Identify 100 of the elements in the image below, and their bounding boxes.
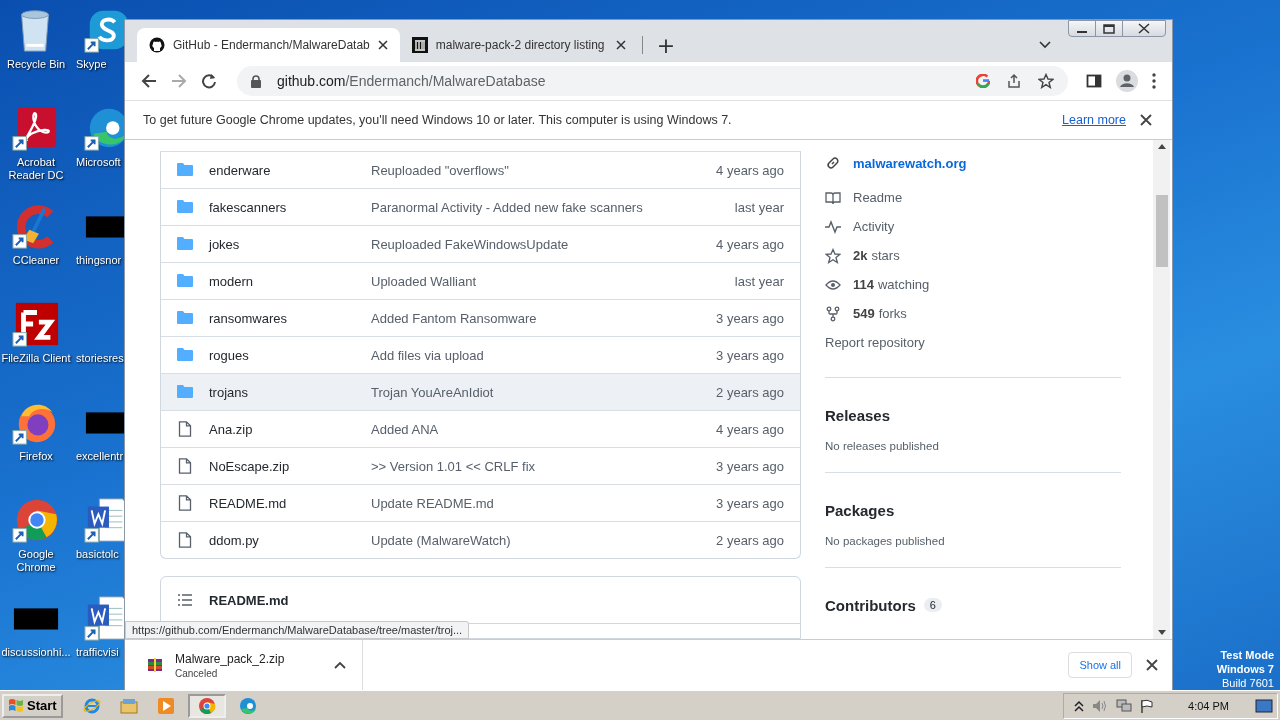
arrow-up-icon	[1157, 144, 1166, 149]
file-name-link[interactable]: jokes	[209, 236, 371, 252]
desktop-icon-label[interactable]: Skype	[76, 58, 107, 71]
file-name-link[interactable]: fakescanners	[209, 199, 371, 215]
chrome-icon	[197, 696, 216, 715]
count-badge: 6	[923, 598, 942, 612]
file-row[interactable]: Ana.zip Added ANA 4 years ago	[161, 410, 800, 447]
internet-explorer-icon	[82, 696, 101, 715]
folder-icon	[119, 696, 138, 715]
reload-icon	[201, 73, 217, 89]
folder-icon	[177, 384, 193, 400]
folder-icon	[177, 310, 193, 326]
fork-icon	[825, 305, 841, 322]
restore-button[interactable]	[1095, 20, 1123, 37]
desktop-icon-label[interactable]: FileZilla Client	[1, 352, 71, 365]
share-icon	[1006, 73, 1022, 89]
close-icon	[615, 40, 626, 50]
commit-message-link[interactable]: Update (MalwareWatch)	[371, 532, 717, 548]
file-row[interactable]: ddom.py Update (MalwareWatch) 2 years ago	[161, 521, 800, 558]
commit-message-link[interactable]: Paranormal Activity - Added new fake scanners	[371, 199, 735, 215]
sidebar-link[interactable]: 114 watching	[825, 270, 1121, 299]
file-name-link[interactable]: trojans	[209, 384, 371, 400]
file-row[interactable]: NoEscape.zip >> Version 1.01 << CRLF fix 3 years ago	[161, 447, 800, 484]
commit-age: 2 years ago	[716, 384, 784, 400]
desktop-icon-label[interactable]: storiesres	[76, 352, 124, 365]
report-repository-link[interactable]: Report repository	[825, 328, 1121, 357]
desktop-icon-label[interactable]: trafficvisi	[76, 646, 119, 659]
sidebar-link[interactable]: Activity	[825, 212, 1121, 241]
star-icon	[1038, 73, 1054, 89]
book-icon	[825, 189, 841, 206]
file-name-link[interactable]: README.md	[209, 495, 371, 511]
taskbar-app-button[interactable]	[187, 693, 226, 718]
file-row[interactable]: fakescanners Paranormal Activity - Added new fake scanners last year	[161, 188, 800, 225]
commit-message-link[interactable]: Added Fantom Ransomware	[371, 310, 717, 326]
lock-icon	[251, 74, 261, 88]
commit-age: 3 years ago	[716, 310, 784, 326]
commit-message-link[interactable]: Uploaded Walliant	[371, 273, 735, 289]
file-name-link[interactable]: NoEscape.zip	[209, 458, 371, 474]
commit-age: 2 years ago	[716, 532, 784, 548]
test-mode-text: Build 7601	[1221, 676, 1274, 690]
file-name-link[interactable]: ransomwares	[209, 310, 371, 326]
desktop-icon-label[interactable]: excellentr	[76, 450, 124, 463]
show-all-button[interactable]: Show all	[1068, 652, 1132, 678]
file-name-link[interactable]: Ana.zip	[209, 421, 371, 437]
commit-age: 3 years ago	[716, 458, 784, 474]
commit-message-link[interactable]: Trojan YouAreAnIdiot	[371, 384, 717, 400]
section-heading[interactable]: Releases	[825, 406, 891, 424]
commit-message-link[interactable]: Reuploaded "overflows"	[371, 162, 717, 178]
url-text: github.com/Endermanch/MalwareDatabase	[277, 73, 546, 89]
file-row[interactable]: jokes Reuploaded FakeWindowsUpdate 4 years ago	[161, 225, 800, 262]
file-name-link[interactable]: enderware	[209, 162, 371, 178]
show-desktop-icon	[1255, 698, 1273, 713]
learn-more-link[interactable]: Learn more	[1062, 113, 1126, 127]
new-tab-button[interactable]: +	[646, 28, 686, 62]
commit-message-link[interactable]: >> Version 1.01 << CRLF fix	[371, 458, 717, 474]
file-row[interactable]: enderware Reuploaded "overflows" 4 years ago	[161, 152, 800, 188]
commit-age: last year	[734, 273, 784, 289]
close-icon	[1140, 114, 1152, 126]
file-row[interactable]: modern Uploaded Walliant last year	[161, 262, 800, 299]
file-name-link[interactable]: rogues	[209, 347, 371, 363]
commit-message-link[interactable]: Added ANA	[371, 421, 717, 437]
sidebar-link[interactable]: 2k stars	[825, 241, 1121, 270]
file-name-link[interactable]: modern	[209, 273, 371, 289]
desktop-icon-label[interactable]: Recycle Bin	[6, 58, 66, 71]
scroll-thumb[interactable]	[1155, 195, 1168, 267]
browser-tab[interactable]: GitHub - Endermanch/MalwareDatab	[137, 28, 400, 62]
speaker-icon	[1092, 698, 1109, 713]
start-button[interactable]: Start	[2, 693, 63, 718]
file-name-link[interactable]: ddom.py	[209, 532, 371, 548]
arrow-down-icon	[1157, 630, 1166, 635]
desktop-icon-label[interactable]: Firefox	[19, 450, 53, 463]
desktop-icon-label[interactable]: Acrobat Reader DC	[6, 156, 66, 182]
sidebar-link[interactable]: 549 forks	[825, 299, 1121, 328]
folder-icon	[177, 162, 193, 178]
desktop-icon-label[interactable]: Google Chrome	[6, 548, 66, 574]
status-url-bubble: https://github.com/Endermanch/MalwareDatabase/tree/master/troj...	[125, 621, 470, 639]
archive-icon	[147, 657, 163, 673]
file-row[interactable]: ransomwares Added Fantom Ransomware 3 years ago	[161, 299, 800, 336]
commit-message-link[interactable]: Update README.md	[371, 495, 717, 511]
minimize-button[interactable]	[1068, 20, 1096, 37]
desktop-icon-label[interactable]: discussionhi...	[1, 646, 71, 659]
desktop-icon-label[interactable]: thingsnor	[76, 254, 122, 267]
scrollbar[interactable]	[1153, 140, 1170, 639]
commit-message-link[interactable]: Add files via upload	[371, 347, 717, 363]
commit-message-link[interactable]: Reuploaded FakeWindowsUpdate	[371, 236, 717, 252]
address-bar[interactable]: github.com/Endermanch/MalwareDatabase	[237, 66, 1068, 96]
clock[interactable]: 4:04 PM	[1188, 699, 1229, 712]
minimize-icon	[1077, 30, 1087, 33]
browser-tab[interactable]: malware-pack-2 directory listing	[399, 28, 638, 62]
section-heading[interactable]: Contributors	[825, 596, 916, 614]
website-link[interactable]: malwarewatch.org	[853, 155, 967, 171]
desktop-icon-label[interactable]: CCleaner	[12, 254, 60, 267]
section-heading[interactable]: Packages	[825, 501, 895, 519]
sidebar-link[interactable]: Readme	[825, 183, 1121, 212]
file-row[interactable]: trojans Trojan YouAreAnIdiot 2 years ago	[161, 373, 800, 410]
desktop-icon-label[interactable]: Microsoft	[76, 156, 121, 169]
close-button[interactable]	[1122, 20, 1166, 37]
close-icon	[1146, 659, 1158, 671]
file-row[interactable]: README.md Update README.md 3 years ago	[161, 484, 800, 521]
desktop-icon-label[interactable]: basictolc	[76, 548, 119, 561]
